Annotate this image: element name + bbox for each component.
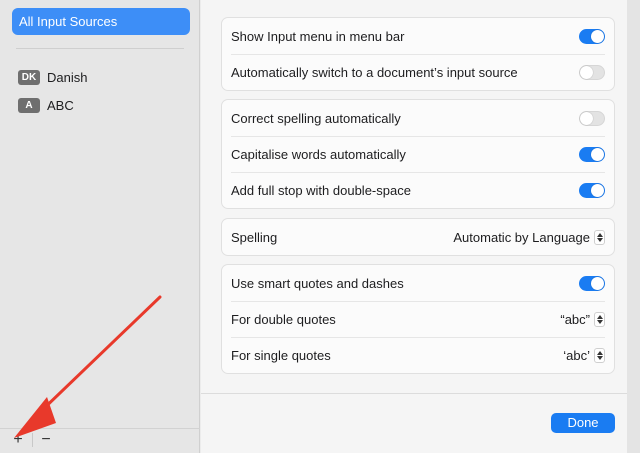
single-quotes-label: For single quotes (231, 347, 331, 363)
spelling-group: Spelling Automatic by Language (221, 218, 615, 256)
auto-switch-label: Automatically switch to a document’s inp… (231, 64, 518, 80)
toggle-knob (591, 147, 604, 161)
capitalise-label: Capitalise words automatically (231, 146, 406, 162)
auto-switch-toggle[interactable] (579, 64, 605, 80)
source-item-abc[interactable]: A ABC (18, 96, 74, 114)
full-stop-row: Add full stop with double-space (222, 172, 614, 208)
smart-quotes-toggle[interactable] (579, 275, 605, 291)
quotes-group: Use smart quotes and dashes For double q… (221, 264, 615, 374)
add-source-button[interactable]: + (8, 430, 28, 450)
single-quotes-value: ‘abc’ (563, 347, 590, 363)
double-quotes-row: For double quotes “abc” (222, 301, 614, 337)
sidebar-bottom-divider (0, 428, 200, 429)
spelling-value: Automatic by Language (453, 229, 590, 245)
up-down-chevron-icon (594, 311, 605, 327)
abc-badge-icon: A (18, 97, 40, 113)
toggle-knob (591, 29, 604, 43)
double-quotes-label: For double quotes (231, 311, 336, 327)
capitalise-toggle[interactable] (579, 146, 605, 162)
single-quotes-row: For single quotes ‘abc’ (222, 337, 614, 373)
capitalise-row: Capitalise words automatically (222, 136, 614, 172)
source-item-danish[interactable]: DK Danish (18, 68, 87, 86)
toggle-knob (591, 183, 604, 197)
sidebar-divider (16, 48, 184, 49)
double-quotes-value: “abc” (560, 311, 590, 327)
settings-panel: Show Input menu in menu bar Automaticall… (201, 0, 627, 453)
spelling-label: Spelling (231, 229, 278, 245)
single-quotes-popup[interactable]: ‘abc’ (563, 347, 605, 363)
toggle-knob (580, 111, 593, 125)
footer-divider (201, 393, 627, 394)
menu-bar-group: Show Input menu in menu bar Automaticall… (221, 17, 615, 91)
remove-source-button[interactable]: − (36, 430, 56, 450)
window-edge (627, 0, 640, 453)
up-down-chevron-icon (594, 347, 605, 363)
button-separator (32, 433, 33, 447)
show-input-menu-label: Show Input menu in menu bar (231, 28, 405, 44)
smart-quotes-label: Use smart quotes and dashes (231, 275, 404, 291)
sidebar: All Input Sources DK Danish A ABC + − (0, 0, 200, 453)
show-input-menu-toggle[interactable] (579, 28, 605, 44)
double-quotes-popup[interactable]: “abc” (560, 311, 605, 327)
correct-spelling-row: Correct spelling automatically (222, 100, 614, 136)
full-stop-label: Add full stop with double-space (231, 182, 411, 198)
show-input-menu-row: Show Input menu in menu bar (222, 18, 614, 54)
done-button[interactable]: Done (551, 413, 615, 433)
source-label: Danish (47, 69, 88, 85)
spelling-row: Spelling Automatic by Language (222, 219, 614, 255)
auto-switch-row: Automatically switch to a document’s inp… (222, 54, 614, 90)
sidebar-item-all-input-sources[interactable]: All Input Sources (12, 8, 190, 35)
correct-spelling-label: Correct spelling automatically (231, 110, 401, 126)
correct-spelling-toggle[interactable] (579, 110, 605, 126)
text-correction-group: Correct spelling automatically Capitalis… (221, 99, 615, 209)
smart-quotes-row: Use smart quotes and dashes (222, 265, 614, 301)
up-down-chevron-icon (594, 229, 605, 245)
toggle-knob (591, 276, 604, 290)
spelling-popup[interactable]: Automatic by Language (453, 229, 605, 245)
source-label: ABC (47, 97, 74, 113)
toggle-knob (580, 65, 593, 79)
danish-flag-badge-icon: DK (18, 69, 40, 85)
full-stop-toggle[interactable] (579, 182, 605, 198)
